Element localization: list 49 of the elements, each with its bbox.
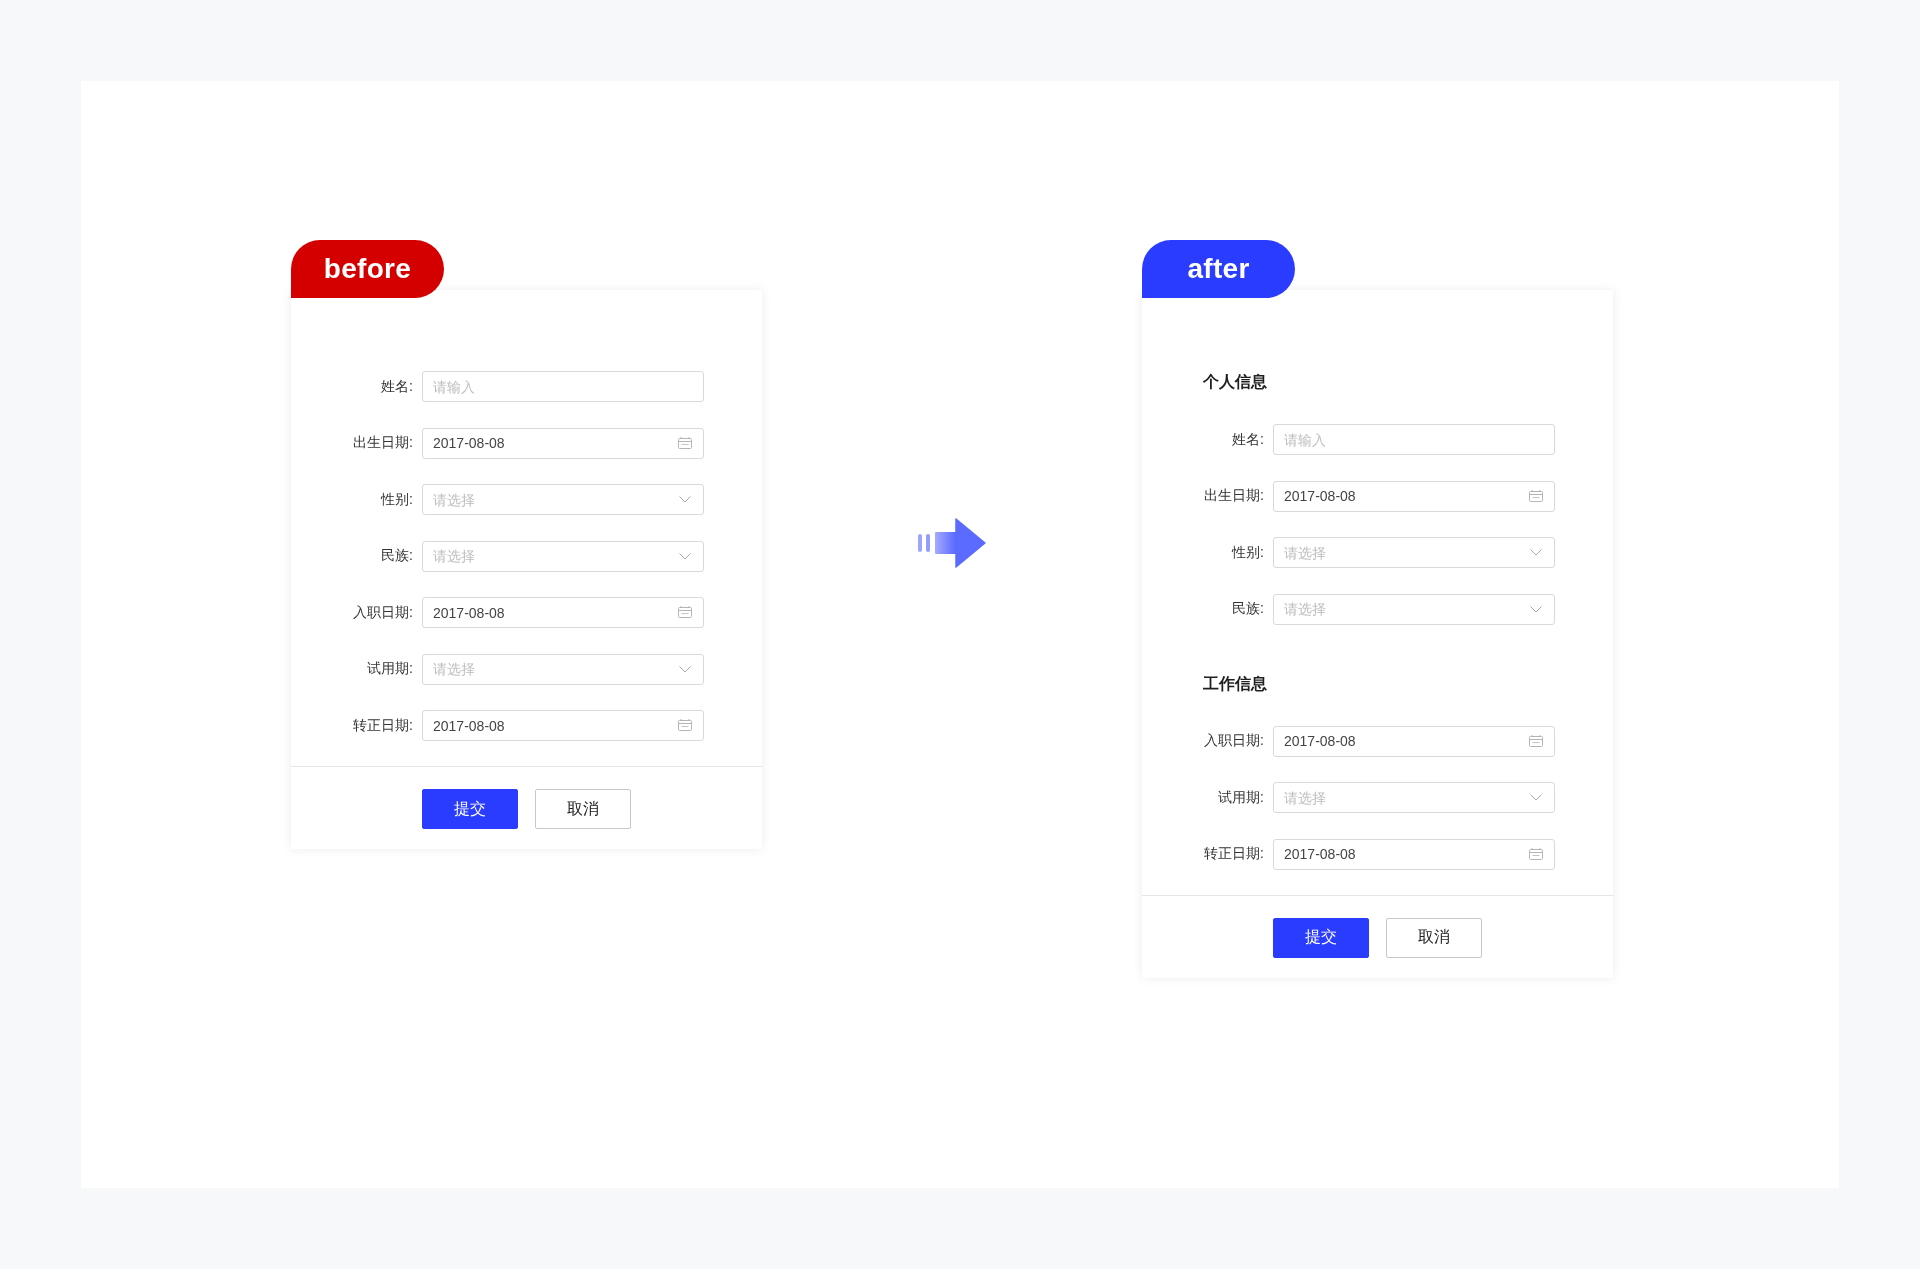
comparison-tag: before (291, 240, 444, 298)
field-label: 转正日期: (1204, 845, 1264, 863)
calendar-icon (678, 719, 692, 731)
chevron-down-icon (1530, 605, 1542, 613)
select-dropdown[interactable]: 请选择 (1273, 782, 1555, 813)
submit-button[interactable]: 提交 (422, 789, 518, 829)
date-picker[interactable]: 2017-08-08 (1273, 480, 1555, 512)
date-picker[interactable]: 2017-08-08 (422, 710, 704, 741)
field-label: 性别: (1232, 543, 1264, 562)
chevron-down-icon (1530, 794, 1542, 801)
date-picker[interactable]: 2017-08-08 (1273, 838, 1555, 870)
calendar-icon (1529, 489, 1543, 502)
chevron-down-icon (679, 665, 691, 673)
chevron-down-icon (1530, 549, 1542, 556)
field-label: 试用期: (367, 660, 413, 678)
section-title: 工作信息 (1203, 673, 1267, 694)
calendar-icon (1529, 734, 1543, 747)
date-picker[interactable]: 2017-08-08 (1273, 725, 1555, 757)
select-dropdown[interactable]: 请选择 (422, 653, 704, 685)
date-picker[interactable]: 2017-08-08 (422, 427, 704, 459)
cancel-button[interactable]: 取消 (1386, 917, 1482, 958)
text-input[interactable]: 请输入 (422, 371, 704, 402)
arrow-right-icon (918, 518, 986, 568)
date-picker[interactable]: 2017-08-08 (422, 597, 704, 628)
chevron-down-icon (679, 496, 691, 503)
submit-button[interactable]: 提交 (1273, 917, 1369, 958)
field-label: 性别: (381, 490, 413, 509)
calendar-icon (678, 436, 692, 449)
select-dropdown[interactable]: 请选择 (422, 484, 704, 515)
select-dropdown[interactable]: 请选择 (1273, 593, 1555, 625)
field-label: 试用期: (1218, 788, 1264, 807)
chevron-down-icon (679, 552, 691, 560)
select-dropdown[interactable]: 请选择 (422, 540, 704, 572)
calendar-icon (1529, 847, 1543, 860)
section-title: 个人信息 (1203, 372, 1267, 392)
text-input[interactable]: 请输入 (1273, 424, 1555, 455)
field-label: 民族: (1232, 600, 1264, 618)
cancel-button[interactable]: 取消 (535, 789, 631, 829)
comparison-tag: after (1142, 240, 1295, 298)
field-label: 姓名: (1232, 430, 1264, 449)
field-label: 姓名: (381, 377, 413, 396)
field-label: 出生日期: (353, 434, 413, 452)
field-label: 出生日期: (1204, 487, 1264, 505)
field-label: 入职日期: (1204, 732, 1264, 750)
field-label: 入职日期: (353, 603, 413, 622)
select-dropdown[interactable]: 请选择 (1273, 537, 1555, 568)
field-label: 转正日期: (353, 716, 413, 735)
field-label: 民族: (381, 547, 413, 565)
calendar-icon (678, 606, 692, 618)
